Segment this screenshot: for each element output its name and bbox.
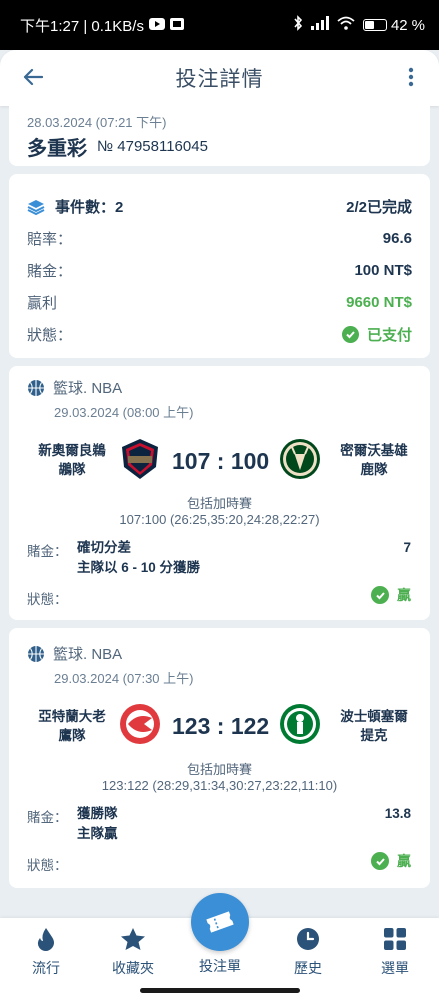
grid-icon	[382, 926, 408, 952]
bet-selection: 獲勝隊 主隊贏	[77, 806, 118, 841]
home-indicator[interactable]	[140, 988, 300, 993]
ticket-type: 多重彩	[27, 138, 87, 160]
basketball-icon	[28, 379, 44, 396]
stake-row: 賭金： 100 NT$	[27, 260, 412, 281]
event-date: 29.03.2024 (07:30 上午)	[54, 671, 194, 686]
status-badge: 已支付	[341, 324, 412, 345]
payout-value: 9660 NT$	[346, 294, 412, 311]
battery-indicator: 42%	[362, 16, 425, 34]
overtime-note: 包括加時賽	[186, 762, 252, 777]
bluetooth-icon	[293, 15, 303, 35]
bet-label: 賭金：	[27, 544, 68, 559]
check-circle-icon	[371, 852, 389, 870]
star-icon	[120, 926, 146, 952]
pelicans-logo-icon	[118, 437, 162, 481]
ticket-datetime: 28.03.2024 (07:21 下午)	[27, 115, 167, 130]
events-count-row: 事件數：2 2/2已完成	[27, 196, 412, 217]
event-status-label: 狀態：	[27, 858, 68, 873]
stake-label: 賭金：	[27, 263, 73, 280]
check-circle-icon	[371, 586, 389, 604]
event-score: 123 : 122	[172, 713, 270, 739]
stake-value: 100 NT$	[354, 262, 412, 279]
event-sport-line: 籃球. NBA	[27, 377, 122, 398]
bet-slip-button[interactable]	[191, 893, 249, 951]
nav-menu[interactable]: 選單	[355, 926, 435, 978]
away-team-name: 密爾沃基雄 鹿隊	[340, 443, 408, 477]
event-sport-line: 籃球. NBA	[27, 643, 122, 664]
app-notification-icon	[169, 17, 184, 34]
app-header: 投注詳情	[0, 50, 439, 106]
more-options-button[interactable]	[401, 62, 421, 92]
hawks-logo-icon	[118, 702, 162, 746]
youtube-icon	[148, 17, 165, 34]
nav-popular[interactable]: 流行	[6, 926, 86, 978]
back-button[interactable]	[18, 62, 48, 92]
odds-label: 賠率：	[27, 231, 73, 248]
payout-label: 贏利	[27, 295, 58, 312]
page-title: 投注詳情	[175, 68, 264, 91]
ticket-number: № 47958116045	[97, 138, 208, 155]
bet-label: 賭金：	[27, 810, 68, 825]
event-result: 贏	[397, 853, 411, 869]
wifi-icon	[337, 16, 355, 34]
battery-percent: 42	[390, 16, 408, 34]
event-sport: 籃球. NBA	[53, 380, 123, 397]
bet-odds: 7	[403, 540, 411, 555]
status-time: 下午1:27 | 0.1KB/s	[20, 17, 144, 35]
payout-row: 贏利 9660 NT$	[27, 292, 412, 313]
basketball-icon	[28, 645, 44, 662]
bet-selection: 確切分差 主隊以 6 - 10 分獲勝	[77, 540, 201, 575]
home-team-name: 新奧爾良鵜 鶘隊	[38, 443, 106, 477]
status-label: 狀態：	[27, 327, 73, 344]
status-row: 狀態： 已支付	[27, 324, 412, 345]
event-score: 107 : 100	[172, 448, 270, 474]
event-date: 29.03.2024 (08:00 上午)	[54, 405, 194, 420]
signal-icon	[310, 16, 329, 34]
odds-row: 賠率： 96.6	[27, 228, 412, 249]
events-count-label: 事件數：2	[55, 199, 124, 216]
bet-odds: 13.8	[384, 806, 411, 821]
event-result-badge: 贏	[371, 585, 411, 605]
celtics-logo-icon	[278, 702, 322, 746]
away-team-name: 波士頓塞爾 提克	[340, 709, 408, 743]
check-circle-icon	[341, 326, 359, 343]
score-detail: 107:100 (26:25,35:20,24:28,22:27)	[119, 512, 320, 527]
event-result: 贏	[397, 587, 411, 603]
overtime-note: 包括加時賽	[186, 496, 252, 511]
events-progress: 2/2已完成	[346, 199, 412, 216]
nav-history[interactable]: 歷史	[268, 926, 348, 978]
flame-icon	[33, 926, 59, 952]
bet-slip-label: 投注單	[199, 958, 241, 974]
nav-favorites[interactable]: 收藏夾	[93, 926, 173, 978]
bucks-logo-icon	[278, 437, 322, 481]
home-team-name: 亞特蘭大老 鷹隊	[38, 709, 106, 743]
score-detail: 123:122 (28:29,31:34,30:27,23:22,11:10)	[101, 778, 338, 793]
event-card[interactable]	[9, 628, 430, 888]
event-status-label: 狀態：	[27, 592, 68, 607]
odds-value: 96.6	[382, 230, 412, 247]
more-vertical-icon	[408, 67, 414, 87]
status-bar: 下午1:27 | 0.1KB/s 42%	[0, 0, 439, 50]
status-value: 已支付	[366, 327, 412, 344]
ticket-icon	[206, 911, 234, 933]
event-result-badge: 贏	[371, 851, 411, 871]
clock-icon	[295, 926, 321, 952]
layers-icon	[27, 199, 45, 215]
event-sport: 籃球. NBA	[53, 646, 123, 663]
arrow-left-icon	[23, 68, 43, 86]
battery-icon	[362, 19, 387, 31]
